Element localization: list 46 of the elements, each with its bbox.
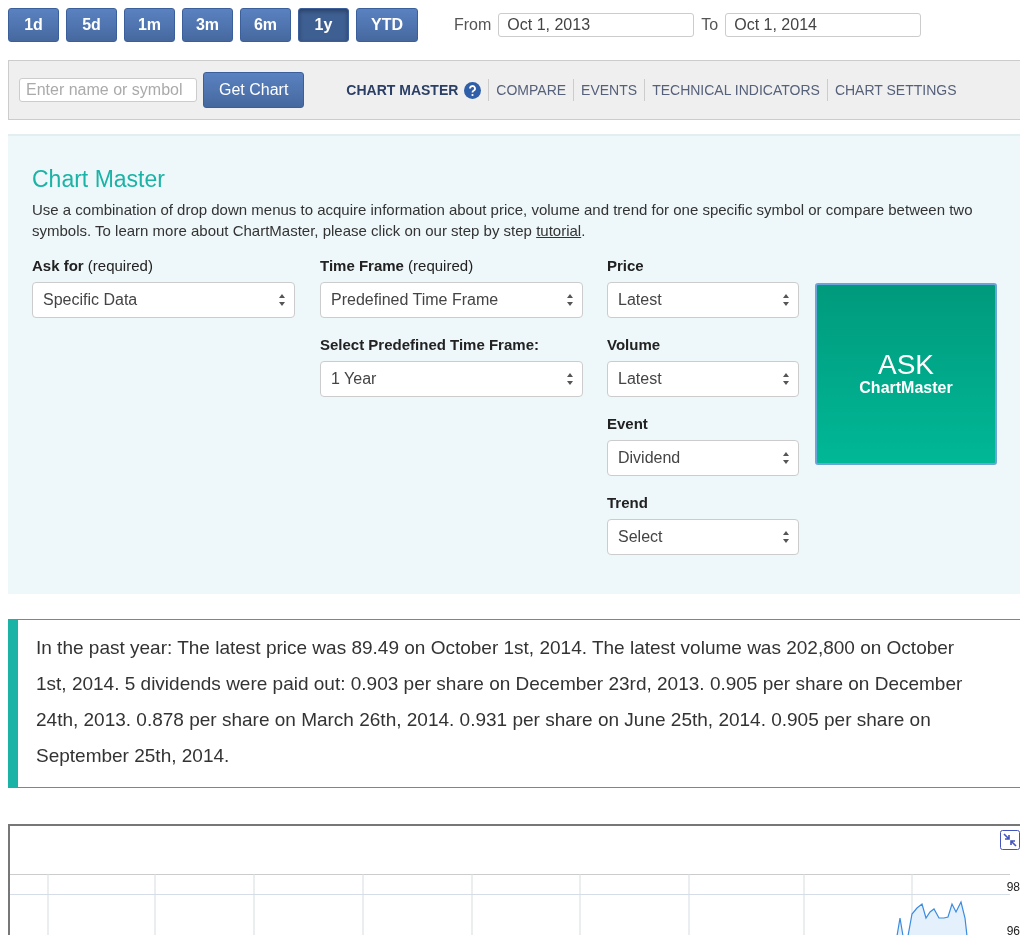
get-chart-button[interactable]: Get Chart [203,72,305,108]
toolbar-tab[interactable]: CHART SETTINGS [826,79,964,101]
toolbar-tab[interactable]: TECHNICAL INDICATORS [644,79,827,101]
dropdown[interactable]: Specific Data [32,282,295,318]
tutorial-link[interactable]: tutorial [536,222,582,239]
dropdown[interactable]: Select [607,519,799,555]
dropdown[interactable]: Predefined Time Frame [320,282,583,318]
toolbar-tab[interactable]: CHART MASTER [346,79,489,101]
toolbar-tab[interactable]: EVENTS [573,79,645,101]
to-label: To [701,16,719,34]
range-button[interactable]: 5d [66,8,117,42]
dropdown[interactable]: Latest [607,361,799,397]
field-label: Trend [607,494,649,511]
dropdown[interactable]: Latest [607,282,799,318]
field-label: Select Predefined Time Frame: [320,336,540,353]
dropdown-arrows-icon [782,530,790,544]
dropdown-arrows-icon [782,451,790,465]
panel-title: Chart Master [32,166,166,193]
field-label: Volume [607,336,662,353]
toolbar-tab[interactable]: COMPARE [488,79,574,101]
from-date-field[interactable]: Oct 1, 2013 [498,13,695,37]
dropdown-arrows-icon [566,293,574,307]
dropdown-arrows-icon [782,293,790,307]
dropdown-arrows-icon [278,293,286,307]
range-button[interactable]: 3m [182,8,233,42]
dropdown-arrows-icon [782,372,790,386]
axis-label: 96 [1006,924,1020,935]
range-button[interactable]: 1d [8,8,59,42]
range-button[interactable]: 6m [240,8,291,42]
panel-description: Use a combination of drop down menus to acquire information about price, volume and trend for one specific symbol or compare between two symbols. To learn more about ChartMaster, please click on our step by step tutorial. [32,200,974,241]
collapse-icon[interactable] [1000,830,1020,850]
dropdown-arrows-icon [566,372,574,386]
range-button[interactable]: 1m [124,8,175,42]
from-label: From [454,16,492,34]
dropdown[interactable]: Dividend [607,440,799,476]
range-button[interactable]: 1y [298,8,349,42]
axis-label: 98 [1006,880,1020,894]
to-date-field[interactable]: Oct 1, 2014 [725,13,922,37]
range-button[interactable]: YTD [356,8,418,42]
field-label: Ask for (required) [32,257,154,274]
result-summary: In the past year: The latest price was 89.49 on October 1st, 2014. The latest volume was 202,800 on October 1st, 2014. 5 dividends were paid out: 0.903 per share on December 23rd, 2013. 0.905 per share on December 24th, 2013. 0.878 per share on March 26th, 2014. 0.931 per share on June 25th, 2014. 0.905 per share on September 25th, 2014. [8,619,1020,788]
field-label: Event [607,415,649,432]
symbol-search-field[interactable]: Enter name or symbol [19,78,197,102]
field-label: Price [607,257,645,274]
dropdown[interactable]: 1 Year [320,361,583,397]
field-label: Time Frame (required) [320,257,475,274]
